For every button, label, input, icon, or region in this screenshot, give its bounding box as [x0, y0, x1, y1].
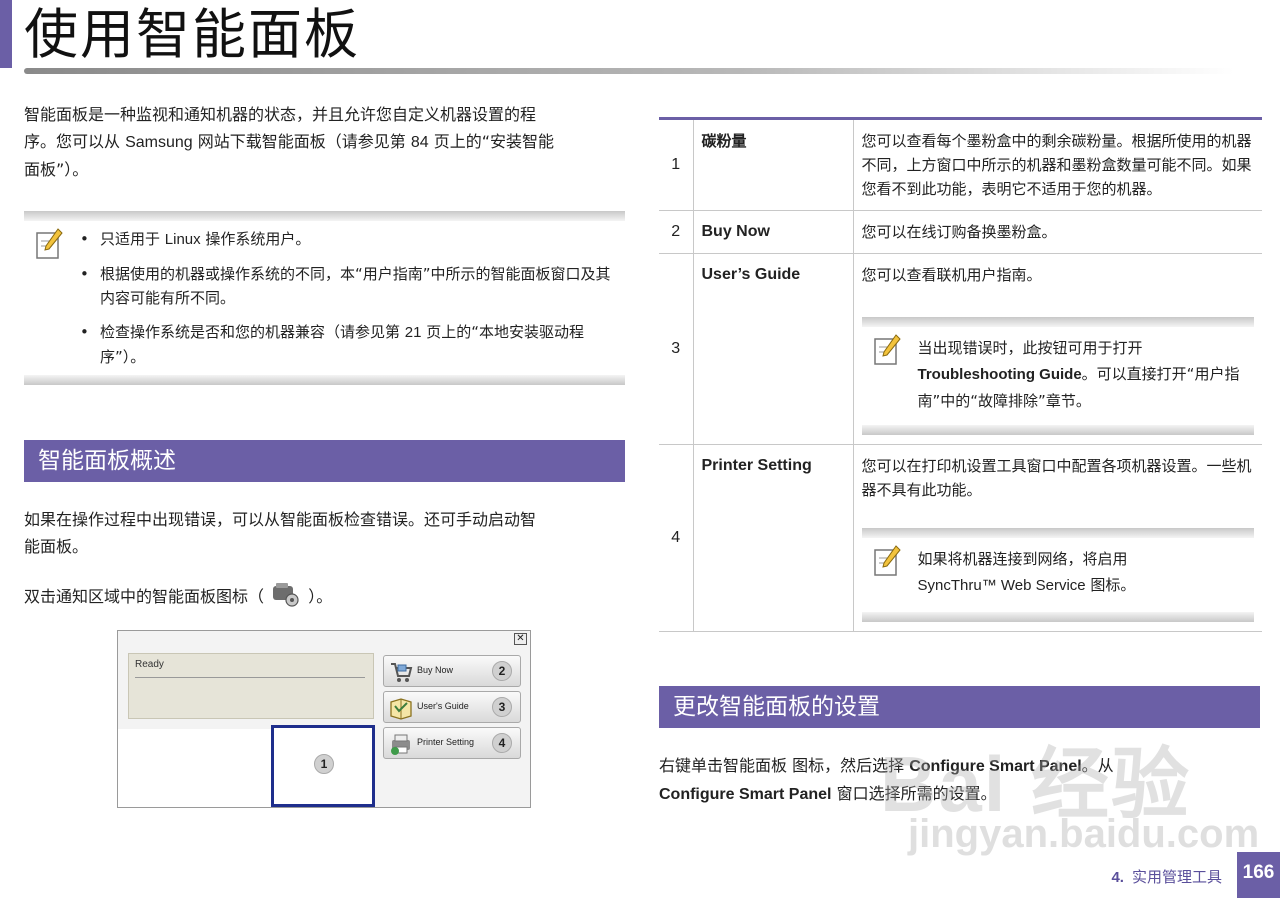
printer-icon	[391, 734, 410, 755]
note-box: 如果将机器连接到网络，将启用 SyncThru™ Web Service 图标。	[861, 528, 1254, 622]
intro-paragraph: 智能面板是一种监视和通知机器的状态，并且允许您自定义机器设置的程 序。您可以从 …	[24, 105, 555, 179]
status-area: Ready	[128, 653, 374, 719]
note-item: 根据使用的机器或操作系统的不同，本“用户指南”中所示的智能面板窗口及其内容可能有…	[76, 262, 616, 310]
note-text: 如果将机器连接到网络，将启用 SyncThru™ Web Service 图标。	[917, 550, 1136, 594]
buy-now-button[interactable]: Buy Now 2	[383, 655, 521, 687]
printer-setting-button[interactable]: Printer Setting 4	[383, 727, 521, 759]
note-text: 当出现错误时，此按钮可用于打开 Troubleshooting Guide。可以…	[917, 339, 1240, 410]
pencil-note-icon	[36, 228, 63, 259]
table-row: 3 User’s Guide 您可以查看联机用户指南。 当出现错误时，此按钮可用…	[659, 253, 1262, 445]
baidu-watermark-url: jingyan.baidu.com	[908, 812, 1260, 856]
callout-number: 1	[314, 754, 334, 774]
page-title: 使用智能面板	[24, 3, 360, 66]
guide-book-icon	[390, 698, 412, 720]
pencil-note-icon	[873, 334, 901, 365]
close-icon[interactable]: ✕	[514, 633, 527, 645]
users-guide-button[interactable]: User's Guide 3	[383, 691, 521, 723]
smart-panel-window: ✕ Ready 1 Buy Now 2 User's Guide 3 Print…	[117, 630, 531, 808]
table-row: 1 碳粉量 您可以查看每个墨粉盒中的剩余碳粉量。根据所使用的机器不同，上方窗口中…	[659, 117, 1262, 211]
table-row: 2 Buy Now 您可以在线订购备换墨粉盒。	[659, 210, 1262, 254]
title-rule	[24, 68, 1234, 74]
overview-paragraph: 如果在操作过程中出现错误，可以从智能面板检查错误。还可手动启动智 能面板。	[24, 510, 537, 556]
status-text: Ready	[135, 659, 164, 670]
cart-icon	[391, 663, 413, 682]
note-box: 只适用于 Linux 操作系统用户。 根据使用的机器或操作系统的不同，本“用户指…	[24, 211, 625, 385]
toner-level-area: 1	[271, 725, 375, 807]
note-item: 只适用于 Linux 操作系统用户。	[76, 227, 616, 252]
overview-instruction: 双击通知区域中的智能面板图标（ ）。	[24, 582, 634, 610]
section-header-overview: 智能面板概述	[24, 440, 625, 482]
note-box: 当出现错误时，此按钮可用于打开 Troubleshooting Guide。可以…	[861, 317, 1254, 435]
table-row: 4 Printer Setting 您可以在打印机设置工具窗口中配置各项机器设置…	[659, 444, 1262, 632]
note-item: 检查操作系统是否和您的机器兼容（请参见第 21 页上的“本地安装驱动程序”）。	[76, 320, 616, 369]
title-accent-bar	[0, 0, 12, 68]
note-list: 只适用于 Linux 操作系统用户。 根据使用的机器或操作系统的不同，本“用户指…	[76, 227, 616, 379]
smart-panel-tray-icon	[273, 583, 299, 607]
callout-number: 2	[492, 661, 512, 681]
callout-number: 3	[492, 697, 512, 717]
feature-table: 1 碳粉量 您可以查看每个墨粉盒中的剩余碳粉量。根据所使用的机器不同，上方窗口中…	[659, 117, 1262, 632]
callout-number: 4	[492, 733, 512, 753]
chapter-footer: 4. 实用管理工具	[1111, 868, 1222, 886]
page-number: 166	[1237, 852, 1280, 898]
pencil-note-icon	[873, 545, 901, 576]
